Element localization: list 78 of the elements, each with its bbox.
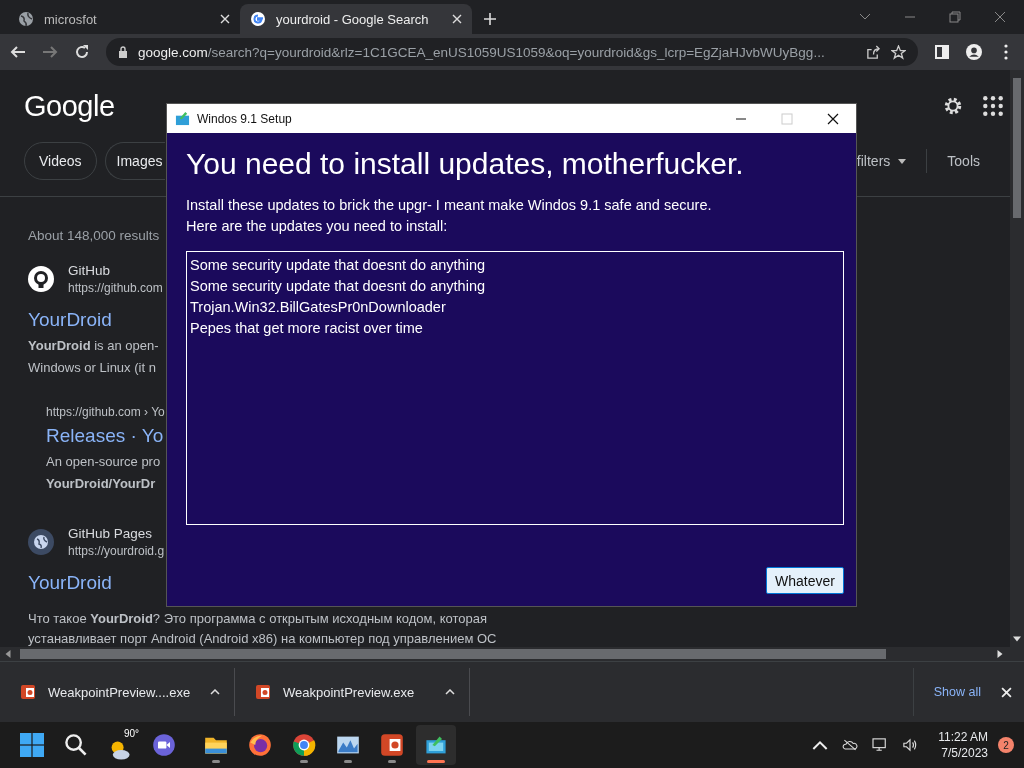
settings-icon[interactable] [942, 95, 964, 117]
site-name: GitHub Pages [68, 526, 154, 541]
apps-grid-icon[interactable] [982, 95, 1004, 117]
presentation-icon [380, 733, 404, 757]
scroll-left-icon[interactable] [4, 650, 12, 658]
forward-icon[interactable] [42, 44, 58, 60]
address-bar[interactable]: google.com/search?q=yourdroid&rlz=1C1GCEA_enUS1059US1059&oq=yourdroid&gs_lcrp=EgZjaHJvbWUyBgg... [106, 38, 918, 66]
caret-icon[interactable] [445, 689, 455, 695]
temperature: 90° [122, 728, 140, 740]
taskbar-button[interactable] [416, 725, 456, 765]
update-item[interactable]: Trojan.Win32.BillGatesPr0nDownloader [190, 297, 840, 318]
volume-icon[interactable] [902, 738, 919, 752]
notification-badge[interactable]: 2 [998, 737, 1014, 753]
caret-icon [898, 158, 907, 164]
browser-icon [248, 733, 272, 757]
filters-menu[interactable]: filters [856, 153, 907, 169]
setup-icon [175, 111, 190, 126]
result-link[interactable]: Releases · Yo [46, 425, 164, 447]
globe-icon [18, 11, 34, 27]
result-snippet: YourDroid is an open- [28, 337, 159, 355]
whatever-button[interactable]: Whatever [766, 567, 844, 594]
globe-icon [28, 529, 54, 555]
window-title: Windos 9.1 Setup [197, 111, 292, 126]
clock-date[interactable]: 7/5/2023 [941, 746, 988, 760]
caret-icon[interactable] [210, 689, 220, 695]
maximize-icon [781, 112, 793, 125]
lock-icon [118, 46, 128, 58]
new-tab-icon[interactable] [484, 13, 496, 25]
site-url: https://yourdroid.g [68, 544, 165, 558]
chevron-up-icon[interactable] [812, 738, 829, 752]
update-item[interactable]: Some security update that doesnt do anything [190, 276, 840, 297]
scroll-thumb[interactable] [1013, 78, 1021, 218]
result-link[interactable]: YourDroid [28, 572, 112, 594]
profile-icon[interactable] [966, 44, 982, 60]
file-icon [20, 684, 36, 700]
browser-icon [292, 733, 316, 757]
dialog-heading: You need to install updates, motherfucker. [186, 147, 745, 181]
scroll-right-icon[interactable] [996, 650, 1004, 658]
video-call-icon[interactable] [152, 733, 176, 757]
update-item[interactable]: Pepes that get more racist over time [190, 318, 840, 339]
cloud-off-icon[interactable] [842, 738, 859, 752]
dialog-message: Install these updates to brick the upgr- I meant make Windos 9.1 safe and secure. [186, 196, 713, 215]
close-icon[interactable] [827, 112, 839, 125]
results-count: About 148,000 results [28, 228, 160, 243]
side-panel-icon[interactable] [934, 44, 950, 60]
back-icon[interactable] [10, 44, 26, 60]
download-item[interactable]: WeakpointPreview.exe [235, 668, 470, 716]
site-url: https://github.com [68, 281, 163, 295]
scroll-thumb[interactable] [20, 649, 886, 659]
reload-icon[interactable] [74, 44, 90, 60]
browser-tab[interactable]: microsfot [8, 4, 240, 34]
vertical-scrollbar[interactable] [1010, 70, 1024, 647]
result-snippet: устанавливает порт Android (Android x86) на компьютер под управлением ОС [28, 630, 497, 647]
result-snippet: Windows or Linux (it n [28, 359, 156, 377]
site-name: GitHub [68, 263, 112, 278]
network-icon[interactable] [872, 738, 889, 752]
google-logo[interactable]: Google [24, 89, 115, 123]
share-icon[interactable] [866, 44, 881, 60]
result-snippet: YourDroid/YourDr [46, 475, 156, 493]
scroll-down-icon[interactable] [1013, 635, 1021, 643]
result-snippet: Что такое YourDroid? Это программа с открытым исходным кодом, которая [28, 610, 488, 628]
file-icon [255, 684, 271, 700]
show-all-link[interactable]: Show all [912, 668, 1001, 716]
updates-list[interactable]: Some security update that doesnt do anything Some security update that doesnt do anything Trojan.Win32.BillGatesPr0nDownloader Pepes that get more racist over time [186, 251, 844, 525]
start-icon[interactable] [20, 733, 44, 757]
dialog-message: Here are the updates you need to install: [186, 217, 449, 236]
clock-time[interactable]: 11:22 AM [938, 730, 988, 744]
browser-tab[interactable]: yourdroid - Google Search [240, 4, 472, 34]
tools-button[interactable]: Tools [947, 153, 980, 169]
download-item[interactable]: WeakpointPreview....exe [0, 668, 235, 716]
update-item[interactable]: Some security update that doesnt do anything [190, 255, 840, 276]
result-snippet: An open-source pro [46, 453, 161, 471]
horizontal-scrollbar[interactable] [0, 647, 1024, 661]
result-link[interactable]: YourDroid [28, 309, 112, 331]
restore-icon[interactable] [949, 11, 961, 23]
site-url: https://github.com › Yo [46, 405, 165, 419]
search-icon[interactable] [64, 733, 88, 757]
star-icon[interactable] [891, 44, 906, 60]
